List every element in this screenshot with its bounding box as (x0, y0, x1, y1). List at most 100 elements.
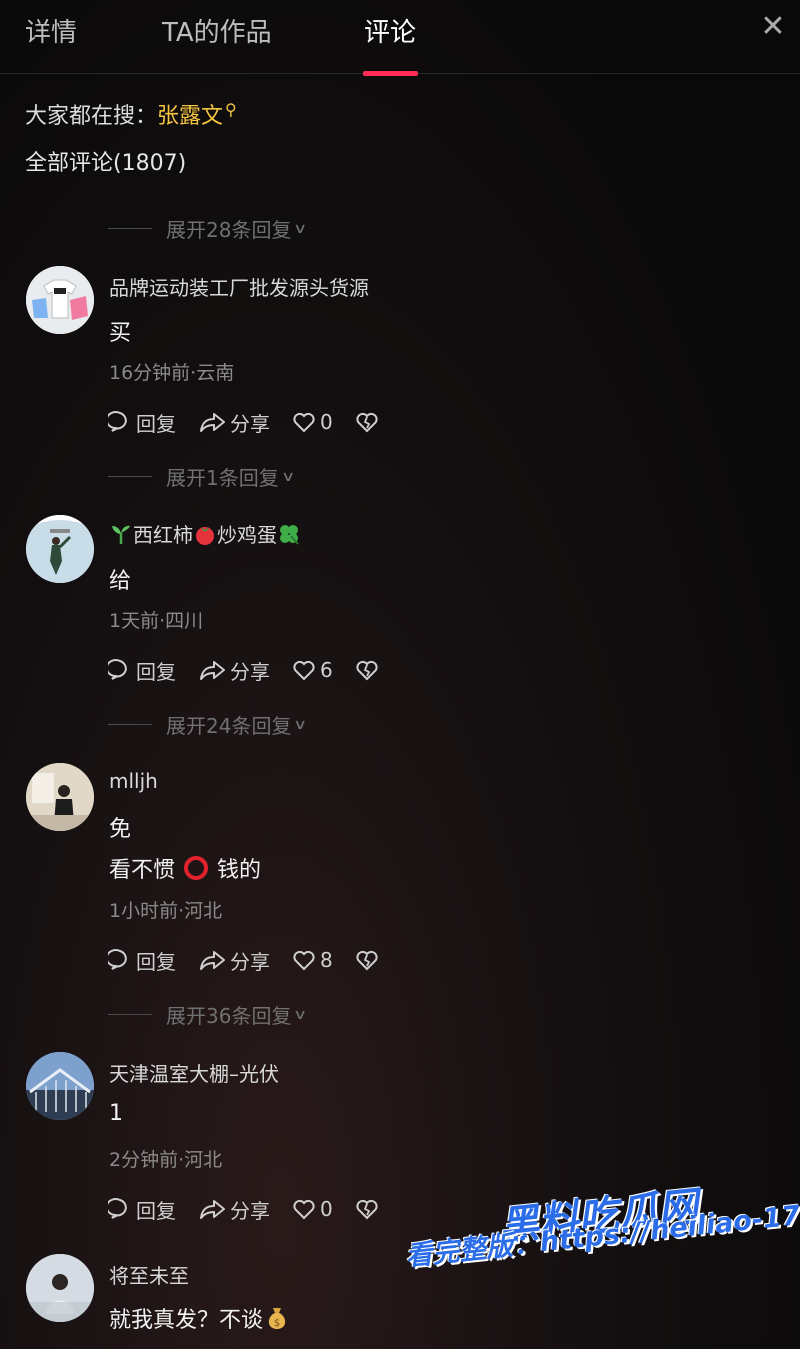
svg-text:$: $ (274, 1318, 280, 1329)
reply-label: 回复 (136, 1198, 176, 1223)
search-icon: ⚲ (225, 100, 237, 119)
red-circle-icon (182, 854, 210, 888)
heart-icon (293, 950, 315, 971)
tab-comments[interactable]: 评论 (364, 12, 416, 49)
comment-meta: 16分钟前·云南 (109, 362, 235, 384)
broken-heart-icon (356, 1199, 378, 1220)
like-button[interactable]: 0 (292, 410, 333, 434)
share-icon (200, 413, 225, 432)
money-bag-icon: $ (263, 1304, 291, 1338)
close-icon[interactable]: ✕ (760, 12, 786, 42)
comment-actions: 回复 分享 0 (108, 1194, 405, 1224)
comment-actions: 回复 分享 6 (108, 655, 405, 685)
dislike-button[interactable] (355, 410, 383, 434)
reply-button[interactable]: 回复 (108, 1195, 176, 1224)
avatar[interactable] (26, 515, 94, 583)
like-count: 0 (320, 410, 333, 434)
expand-replies[interactable]: 展开28条回复 ∨ (108, 214, 308, 243)
tab-details[interactable]: 详情 (25, 12, 77, 49)
watermark-prefix: 看完整版： (403, 1227, 542, 1273)
trending-search-keyword[interactable]: 张露文 (157, 104, 223, 129)
broken-heart-icon (356, 412, 378, 433)
like-button[interactable]: 0 (292, 1197, 333, 1221)
share-button[interactable]: 分享 (198, 656, 270, 685)
dislike-button[interactable] (355, 948, 383, 972)
expand-replies-label: 展开28条回复 (166, 218, 292, 242)
comment-meta: 2分钟前·河北 (109, 1149, 223, 1171)
sprout-icon (109, 522, 133, 551)
reply-label: 回复 (136, 659, 176, 684)
comment-username[interactable]: 将至未至 (109, 1260, 189, 1289)
like-count: 0 (320, 1197, 333, 1221)
heart-icon (293, 1199, 315, 1220)
heart-icon (293, 412, 315, 433)
chevron-down-icon: ∨ (280, 468, 296, 485)
expand-replies-label: 展开1条回复 (166, 466, 279, 490)
comment-username[interactable]: 西红柿 炒鸡蛋 (109, 519, 301, 551)
reply-label: 回复 (136, 411, 176, 436)
heart-icon (293, 660, 315, 681)
share-icon (200, 951, 225, 970)
comment-username-part: 西红柿 (133, 523, 193, 547)
tab-bar: 详情 TA的作品 评论 ✕ (0, 0, 800, 76)
comment-username-part: 炒鸡蛋 (217, 523, 277, 547)
comment-text: 买 (109, 321, 132, 346)
share-button[interactable]: 分享 (198, 1195, 270, 1224)
comment-actions: 回复 分享 0 (108, 407, 405, 437)
broken-heart-icon (356, 950, 378, 971)
reply-button[interactable]: 回复 (108, 946, 176, 975)
like-count: 6 (320, 658, 333, 682)
chevron-down-icon: ∨ (293, 1006, 308, 1023)
comment-meta: 1小时前·河北 (109, 900, 223, 922)
expand-replies[interactable]: 展开1条回复 ∨ (108, 462, 296, 491)
comment-text-part: 钱的 (217, 858, 262, 883)
share-label: 分享 (230, 949, 270, 974)
like-button[interactable]: 8 (292, 948, 333, 972)
avatar[interactable] (26, 1254, 94, 1322)
share-label: 分享 (230, 411, 270, 436)
chevron-down-icon: ∨ (293, 716, 308, 733)
active-tab-indicator (363, 71, 418, 76)
share-button[interactable]: 分享 (198, 408, 270, 437)
tomato-icon (193, 522, 217, 551)
share-label: 分享 (230, 1198, 270, 1223)
share-icon (200, 661, 225, 680)
comment-text-line2: 看不惯 钱的 (109, 852, 261, 888)
comment-meta: 1天前·四川 (109, 610, 204, 632)
reply-button[interactable]: 回复 (108, 656, 176, 685)
comment-username[interactable]: 品牌运动装工厂批发源头货源 (109, 272, 369, 301)
trending-search[interactable]: 大家都在搜：张露文 ⚲ (25, 98, 237, 130)
comment-actions: 回复 分享 8 (108, 945, 405, 975)
expand-replies-label: 展开36条回复 (166, 1004, 292, 1028)
reply-icon (108, 1198, 127, 1219)
reply-label: 回复 (136, 949, 176, 974)
dislike-button[interactable] (355, 1197, 383, 1221)
tab-works[interactable]: TA的作品 (162, 12, 272, 49)
share-icon (200, 1200, 225, 1219)
comment-count-title: 全部评论(1807) (25, 151, 187, 176)
comment-username[interactable]: mlljh (109, 769, 158, 793)
trending-search-prefix: 大家都在搜： (25, 104, 158, 129)
comment-text-part: 看不惯 (109, 858, 176, 883)
dislike-button[interactable] (355, 658, 383, 682)
avatar[interactable] (26, 266, 94, 334)
reply-icon (108, 411, 127, 432)
comment-text: 就我真发？不谈 $ (109, 1302, 291, 1338)
reply-button[interactable]: 回复 (108, 408, 176, 437)
like-count: 8 (320, 948, 333, 972)
expand-replies[interactable]: 展开36条回复 ∨ (108, 1000, 308, 1029)
share-button[interactable]: 分享 (198, 946, 270, 975)
comment-username[interactable]: 天津温室大棚–光伏 (109, 1058, 279, 1087)
like-button[interactable]: 6 (292, 658, 333, 682)
reply-icon (108, 949, 127, 970)
share-label: 分享 (230, 659, 270, 684)
comment-text: 给 (109, 569, 132, 594)
expand-replies-label: 展开24条回复 (166, 714, 292, 738)
reply-icon (108, 659, 127, 680)
clover-icon (277, 522, 301, 551)
avatar[interactable] (26, 1052, 94, 1120)
avatar[interactable] (26, 763, 94, 831)
comment-text: 1 (109, 1101, 123, 1126)
comment-text-part: 就我真发？不谈 (109, 1308, 264, 1333)
expand-replies[interactable]: 展开24条回复 ∨ (108, 710, 308, 739)
